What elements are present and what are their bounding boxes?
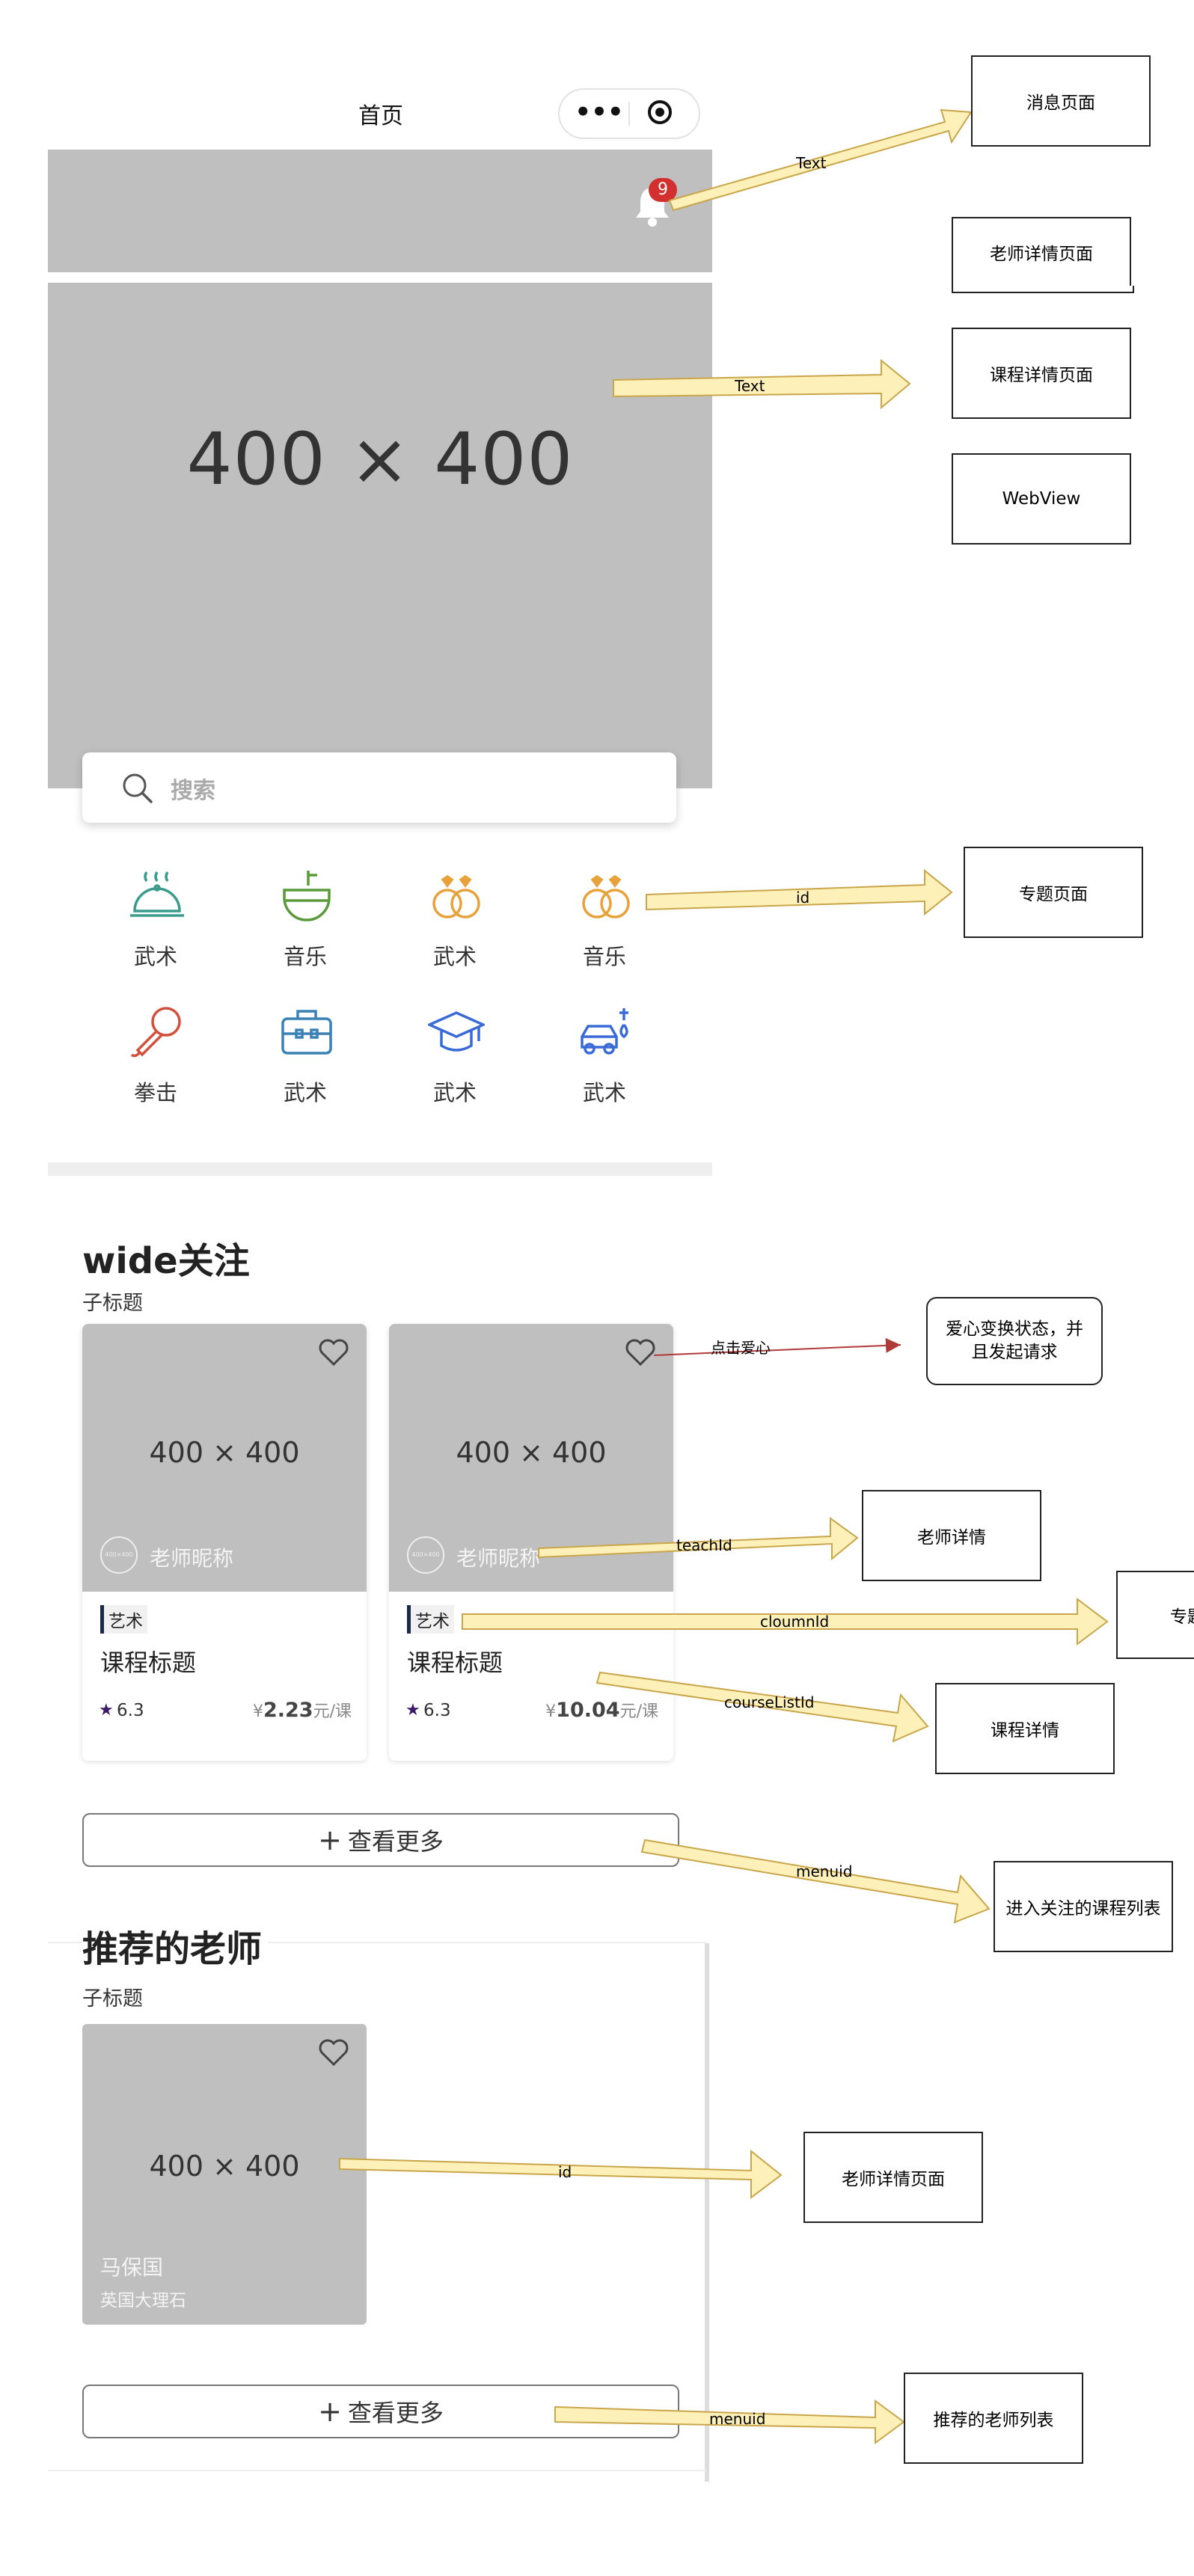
arrow-more-to-list	[640, 1839, 991, 1924]
arrow-heart-to-toggle	[653, 1337, 901, 1356]
teacher-detail-page-box: 老师详情页面	[803, 2132, 983, 2223]
followed-course-list-box: 进入关注的课程列表	[994, 1861, 1173, 1952]
webview-box: WebView	[952, 453, 1131, 545]
connector-label: cloumnId	[760, 1613, 830, 1631]
connector-label: menuid	[796, 1862, 853, 1880]
course-detail-page-box: 课程详情页面	[952, 328, 1131, 419]
topic-box-label: 专题	[1170, 1607, 1194, 1627]
connector-label: id	[558, 2163, 572, 2181]
course-detail-box: 课程详情	[935, 1683, 1115, 1774]
connector-label: teachId	[676, 1536, 732, 1554]
topic-box-cut: 专题	[1116, 1571, 1194, 1659]
connector-label: Text	[735, 377, 765, 395]
connector-label: 点击爱心	[711, 1339, 771, 1357]
teacher-detail-page-box-top: 老师详情页面	[952, 217, 1131, 286]
recommended-teacher-list-box: 推荐的老师列表	[904, 2373, 1083, 2464]
topic-page-box: 专题页面	[964, 847, 1143, 938]
heart-toggle-box: 爱心变换状态，并且发起请求	[926, 1297, 1103, 1385]
message-page-box: 消息页面	[971, 55, 1151, 147]
connector-label: id	[796, 889, 810, 907]
teacher-detail-page-box-bottom-line	[952, 286, 1134, 293]
connector-label: courseListId	[724, 1693, 815, 1711]
teacher-detail-box: 老师详情	[862, 1490, 1041, 1581]
connector-label: Text	[796, 154, 827, 172]
connector-label: menuid	[709, 2410, 766, 2428]
